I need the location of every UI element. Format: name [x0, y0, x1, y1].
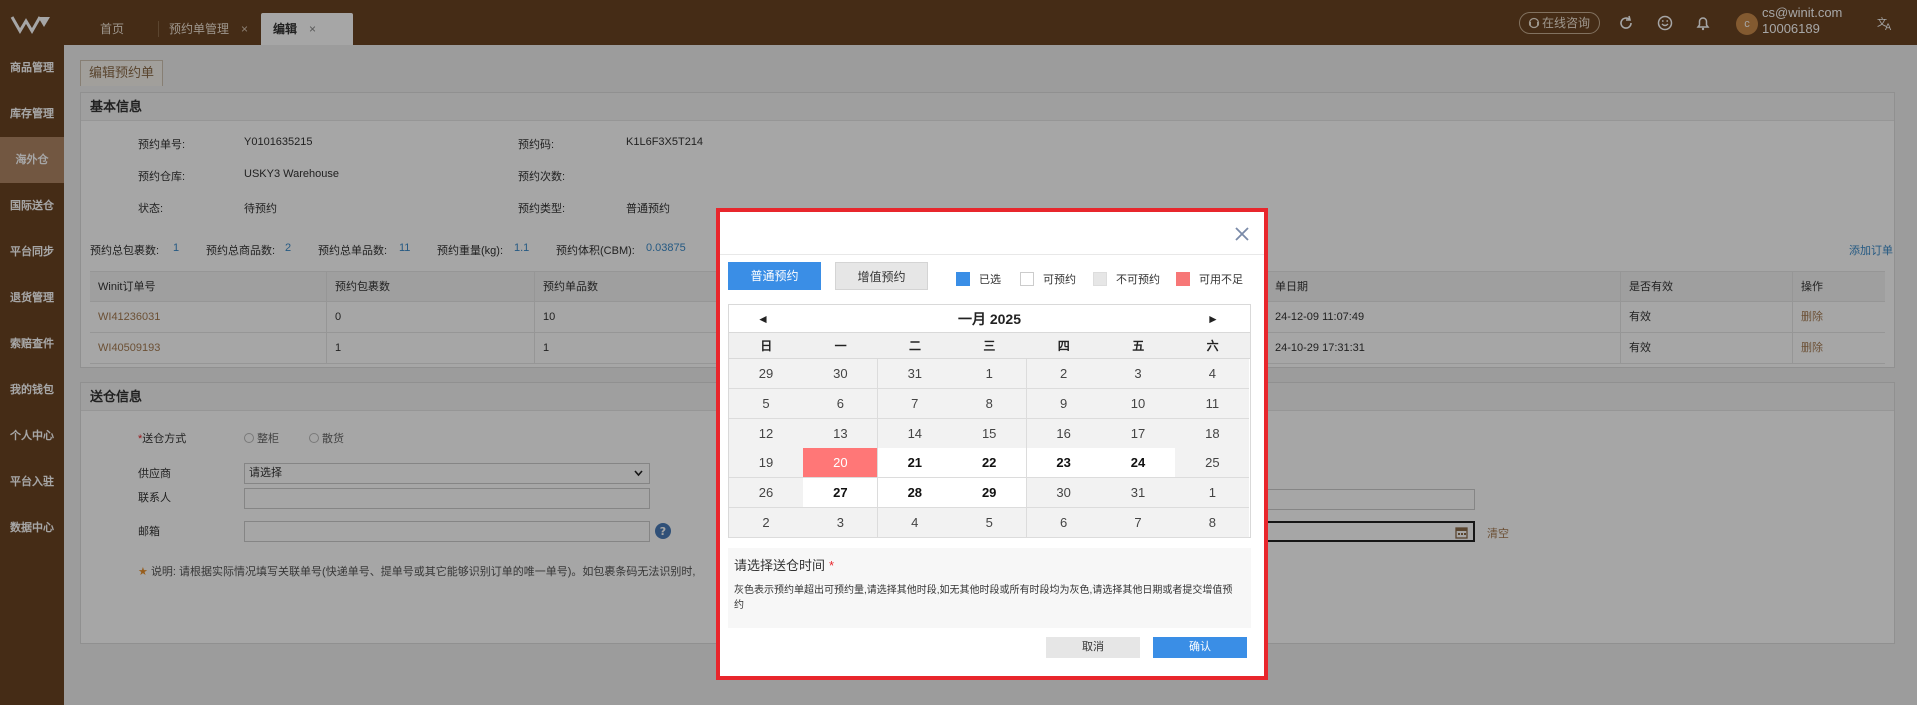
- calendar-day: 3: [1101, 359, 1176, 389]
- normal-booking-tab[interactable]: 普通预约: [728, 262, 821, 290]
- confirm-button[interactable]: 确认: [1153, 637, 1247, 658]
- weekday-label: 一: [834, 339, 847, 353]
- dialog-divider: [720, 254, 1264, 255]
- weekday-label: 六: [1206, 339, 1219, 353]
- weekday-header: 日一二三四五六: [729, 333, 1250, 359]
- select-time-label: 请选择送仓时间 *: [734, 558, 835, 573]
- weekday-label: 三: [983, 339, 996, 353]
- weekday-label: 四: [1057, 339, 1070, 353]
- calendar-day: 7: [877, 388, 953, 419]
- calendar-day: 2: [1026, 359, 1102, 389]
- legend-unavailable: 不可预约: [1093, 272, 1160, 286]
- calendar-day: 8: [952, 388, 1028, 419]
- calendar-day[interactable]: 23: [1026, 448, 1102, 479]
- calendar-day: 13: [803, 418, 879, 449]
- weekday-label: 二: [908, 339, 921, 353]
- calendar-day: 9: [1026, 388, 1102, 419]
- calendar-day[interactable]: 22: [952, 448, 1028, 479]
- unavailable-swatch: [1093, 272, 1107, 286]
- calendar-day: 1: [952, 359, 1028, 389]
- weekday-label: 日: [760, 339, 773, 353]
- next-month-icon[interactable]: ►: [1207, 312, 1219, 326]
- cancel-button[interactable]: 取消: [1046, 637, 1140, 658]
- calendar-day: 3: [803, 508, 879, 538]
- calendar-day[interactable]: 28: [877, 478, 953, 509]
- calendar-day: 1: [1175, 478, 1250, 509]
- calendar-day: 29: [729, 359, 804, 389]
- legend-insufficient: 可用不足: [1176, 272, 1243, 286]
- insufficient-swatch: [1176, 272, 1190, 286]
- calendar-day: 14: [877, 418, 953, 449]
- selected-swatch: [956, 272, 970, 286]
- calendar: ◄ 一月 2025 ► 日一二三四五六 29 30 31 1 2 3 4 5 6 7 8 9 10 11 1…: [728, 304, 1251, 538]
- calendar-day[interactable]: 29: [952, 478, 1028, 509]
- calendar-day[interactable]: 24: [1101, 448, 1176, 479]
- calendar-day: 8: [1175, 508, 1250, 538]
- booking-date-dialog: 普通预约 增值预约 已选 可预约 不可预约 可用不足 ◄ 一月 2025 ► 日…: [716, 208, 1268, 680]
- calendar-day: 19: [729, 448, 804, 479]
- calendar-month-title: 一月 2025: [957, 311, 1022, 327]
- available-swatch: [1020, 272, 1034, 286]
- calendar-day: 17: [1101, 418, 1176, 449]
- calendar-day: 16: [1026, 418, 1102, 449]
- calendar-header: ◄ 一月 2025 ►: [729, 305, 1250, 333]
- close-icon[interactable]: [1232, 224, 1252, 244]
- calendar-day: 11: [1175, 388, 1250, 419]
- calendar-day: 15: [952, 418, 1028, 449]
- calendar-day[interactable]: 20: [803, 448, 879, 479]
- hint-text: 灰色表示预约单超出可预约量,请选择其他时段,如无其他时段或所有时段均为灰色,请选…: [734, 585, 1233, 611]
- calendar-day: 18: [1175, 418, 1250, 449]
- calendar-day: 4: [877, 508, 953, 538]
- calendar-day[interactable]: 21: [877, 448, 953, 479]
- calendar-day: 6: [803, 388, 879, 419]
- calendar-day: 30: [803, 359, 879, 389]
- calendar-day: 12: [729, 418, 804, 449]
- calendar-day: 26: [729, 478, 804, 509]
- legend-available: 可预约: [1020, 272, 1076, 286]
- delivery-time-info: 请选择送仓时间 * 灰色表示预约单超出可预约量,请选择其他时段,如无其他时段或所有…: [728, 548, 1251, 628]
- calendar-day: 4: [1175, 359, 1250, 389]
- calendar-day: 7: [1101, 508, 1176, 538]
- legend-selected: 已选: [956, 272, 1001, 286]
- calendar-day: 6: [1026, 508, 1102, 538]
- calendar-day: 25: [1175, 448, 1250, 479]
- value-added-booking-tab[interactable]: 增值预约: [835, 262, 928, 290]
- calendar-day: 2: [729, 508, 804, 538]
- calendar-day: 31: [1101, 478, 1176, 509]
- calendar-day: 31: [877, 359, 953, 389]
- calendar-day: 5: [952, 508, 1028, 538]
- weekday-label: 五: [1132, 339, 1145, 353]
- calendar-day: 10: [1101, 388, 1176, 419]
- calendar-day: 30: [1026, 478, 1102, 509]
- calendar-day[interactable]: 27: [803, 478, 879, 509]
- calendar-day: 5: [729, 388, 804, 419]
